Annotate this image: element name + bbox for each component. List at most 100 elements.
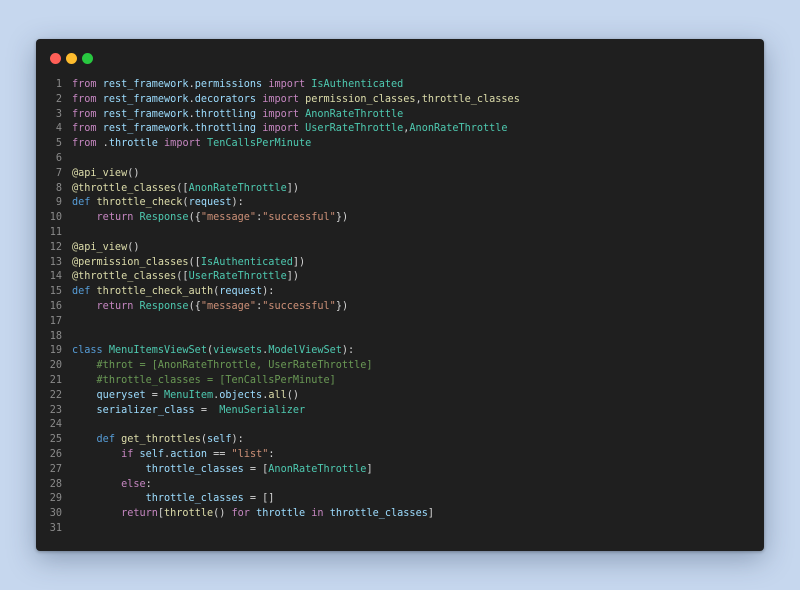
- code-token: class: [72, 345, 103, 357]
- code-token: throttle_check_auth: [96, 286, 214, 298]
- code-token: viewsets: [213, 345, 263, 357]
- minimize-dot-icon[interactable]: [66, 53, 77, 64]
- code-token: "message": [200, 300, 257, 312]
- close-dot-icon[interactable]: [50, 53, 61, 64]
- code-text: class MenuItemsViewSet(viewsets.ModelVie…: [72, 344, 354, 359]
- code-token: @api_view: [72, 241, 128, 253]
- code-line: 22 queryset = MenuItem.objects.all(): [36, 389, 764, 404]
- code-token: from: [72, 108, 97, 120]
- code-token: import: [268, 79, 306, 90]
- code-line: 28 else:: [36, 478, 764, 493]
- code-editor: 1 from rest_framework.permissions import …: [36, 78, 764, 537]
- line-number: 12: [49, 241, 62, 253]
- code-text: return Response({"message":"successful"}…: [72, 300, 349, 315]
- code-token: = [: [243, 463, 269, 475]
- code-token: @api_view: [72, 167, 128, 179]
- code-token: AnonRateThrottle: [305, 108, 404, 120]
- code-line: 24: [36, 418, 764, 433]
- code-token: #throttle_classes = [TenCallsPerMinute]: [96, 374, 336, 386]
- code-line: 29 throttle_classes = []: [36, 492, 764, 507]
- code-token: ]): [286, 271, 299, 283]
- code-token: from: [72, 79, 97, 90]
- code-token: return: [96, 300, 134, 312]
- code-token: =: [145, 389, 165, 401]
- code-token: action: [170, 448, 207, 460]
- code-window: 1 from rest_framework.permissions import …: [36, 39, 764, 551]
- code-token: for: [231, 508, 250, 520]
- code-text: #throt = [AnonRateThrottle, UserRateThro…: [72, 359, 373, 374]
- code-token: AnonRateThrottle: [409, 123, 508, 135]
- code-token: ]: [366, 463, 373, 475]
- code-token: rest_framework: [102, 93, 189, 105]
- code-line: 6: [36, 152, 764, 167]
- code-token: get_throttles: [121, 434, 201, 446]
- code-token: TenCallsPerMinute: [207, 138, 312, 150]
- code-token: Response: [139, 300, 189, 312]
- code-line: 17: [36, 315, 764, 330]
- code-token: IsAuthenticated: [200, 256, 293, 268]
- line-number: 17: [49, 315, 62, 327]
- line-number: 28: [49, 478, 62, 490]
- line-number: 3: [55, 108, 62, 120]
- code-token: throttle_check: [96, 197, 183, 209]
- code-token: =: [194, 404, 220, 416]
- code-line: 20 #throt = [AnonRateThrottle, UserRateT…: [36, 359, 764, 374]
- code-token: import: [164, 138, 201, 150]
- code-token: @throttle_classes: [72, 271, 177, 283]
- code-token: throttling: [194, 108, 257, 120]
- code-token: decorators: [194, 93, 257, 105]
- code-token: objects: [219, 389, 263, 401]
- code-text: @api_view(): [72, 167, 139, 182]
- code-text: from rest_framework.permissions import I…: [72, 78, 403, 93]
- code-token: ({: [188, 212, 201, 224]
- code-token: (): [127, 241, 140, 253]
- code-text: else:: [72, 478, 152, 493]
- code-token: }): [335, 300, 349, 312]
- code-line: 27 throttle_classes = [AnonRateThrottle]: [36, 463, 764, 478]
- code-line: 14 @throttle_classes([UserRateThrottle]): [36, 270, 764, 285]
- code-token: AnonRateThrottle: [268, 463, 367, 475]
- code-text: from rest_framework.decorators import pe…: [72, 93, 520, 108]
- code-line: 25 def get_throttles(self):: [36, 433, 764, 448]
- code-text: @api_view(): [72, 241, 139, 256]
- code-token: throttle_classes: [421, 93, 520, 105]
- code-line: 23 serializer_class = MenuSerializer: [36, 404, 764, 419]
- code-token: ([: [176, 271, 189, 283]
- code-text: return[throttle() for throttle in thrott…: [72, 507, 434, 522]
- code-text: @throttle_classes([UserRateThrottle]): [72, 270, 299, 285]
- code-token: #throt = [AnonRateThrottle, UserRateThro…: [96, 360, 373, 372]
- code-token: ]): [292, 256, 306, 268]
- code-line: 1 from rest_framework.permissions import …: [36, 78, 764, 93]
- code-text: @throttle_classes([AnonRateThrottle]): [72, 182, 299, 197]
- code-line: 10 return Response({"message":"successfu…: [36, 211, 764, 226]
- code-text: queryset = MenuItem.objects.all(): [72, 389, 299, 404]
- code-line: 19 class MenuItemsViewSet(viewsets.ModelV…: [36, 344, 764, 359]
- maximize-dot-icon[interactable]: [82, 53, 93, 64]
- code-token: "successful": [262, 212, 336, 224]
- code-token: :: [268, 448, 275, 460]
- code-token: = []: [243, 493, 275, 505]
- line-number: 25: [49, 434, 62, 446]
- code-token: ):: [341, 345, 355, 357]
- line-number: 2: [55, 93, 62, 105]
- code-token: request: [188, 197, 232, 209]
- code-text: from rest_framework.throttling import Us…: [72, 122, 508, 137]
- code-line: 4 from rest_framework.throttling import U…: [36, 122, 764, 137]
- line-number: 19: [49, 345, 62, 357]
- code-line: 11: [36, 226, 764, 241]
- line-number: 13: [49, 256, 62, 268]
- code-token: ==: [207, 448, 232, 460]
- code-line: 2 from rest_framework.decorators import p…: [36, 93, 764, 108]
- code-token: MenuItemsViewSet: [108, 345, 207, 357]
- line-number: 8: [55, 182, 62, 194]
- code-token: else: [121, 478, 146, 490]
- code-token: UserRateThrottle: [305, 123, 404, 135]
- code-line: 15 def throttle_check_auth(request):: [36, 285, 764, 300]
- code-token: throttle_classes: [145, 493, 244, 505]
- code-token: "message": [200, 212, 257, 224]
- line-number: 10: [49, 212, 62, 224]
